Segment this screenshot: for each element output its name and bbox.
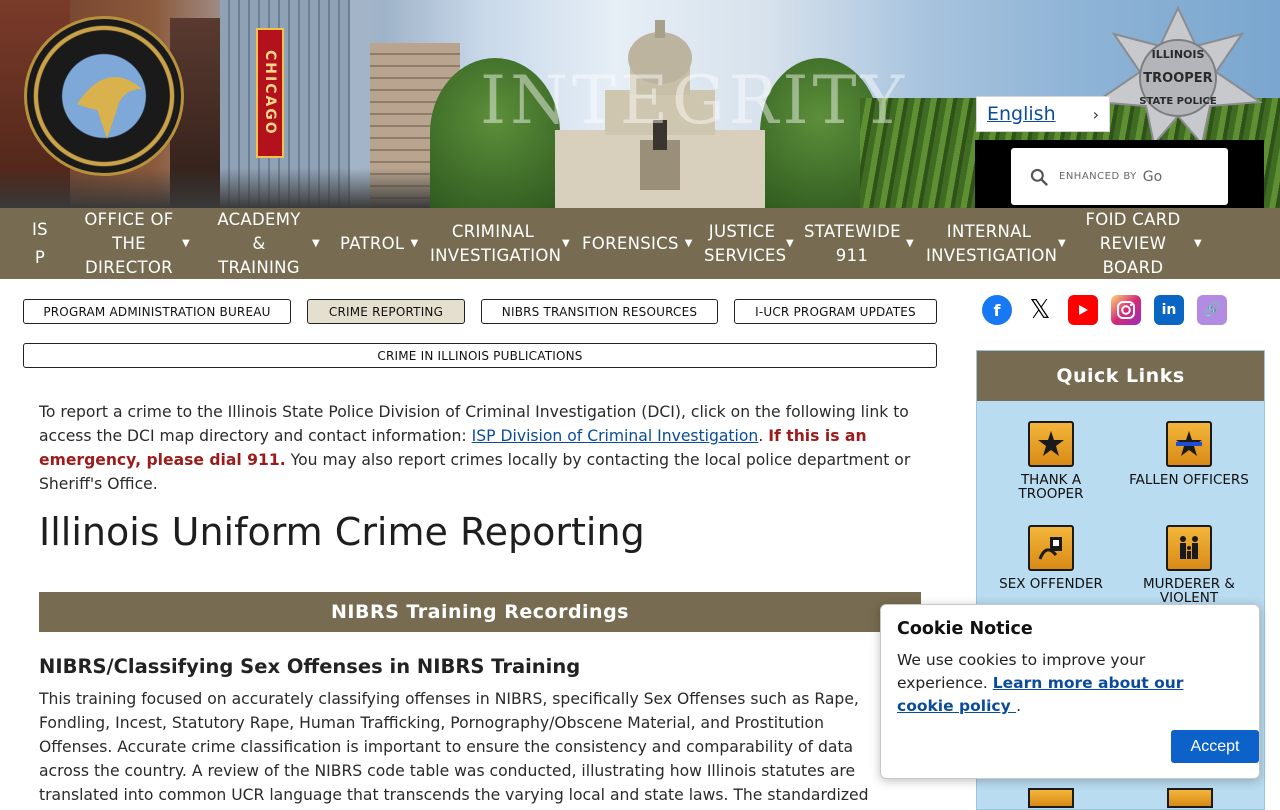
instagram-icon[interactable] xyxy=(1111,295,1141,325)
training-title: NIBRS/Classifying Sex Offenses in NIBRS … xyxy=(39,655,581,678)
cookie-notice: Cookie Notice We use cookies to improve … xyxy=(880,604,1260,779)
cookie-title: Cookie Notice xyxy=(897,619,1033,639)
search-enhanced-by: ENHANCED BY xyxy=(1059,171,1137,182)
section-header: NIBRS Training Recordings xyxy=(39,592,921,632)
tab-program-administration-bureau[interactable]: PROGRAM ADMINISTRATION BUREAU xyxy=(23,299,291,324)
main-nav: ISP OFFICE OF THE DIRECTOR ▼ ACADEMY & TR… xyxy=(0,208,1280,279)
social-links: f 𝕏 in 🔗 xyxy=(982,295,1227,325)
tab-crime-in-illinois-publications[interactable]: CRIME IN ILLINOIS PUBLICATIONS xyxy=(23,343,937,368)
svg-text:STATE POLICE: STATE POLICE xyxy=(1139,96,1217,107)
nav-item-foid-card-review-board[interactable]: FOID CARD REVIEW BOARD ▼ xyxy=(1068,208,1222,280)
intro-text: To report a crime to the Illinois State … xyxy=(39,400,921,496)
nav-item-label: ISP xyxy=(32,219,48,267)
link-icon[interactable]: 🔗 xyxy=(1197,295,1227,325)
svg-text:TROOPER: TROOPER xyxy=(1143,71,1212,86)
quick-link-thank-a-trooper[interactable]: THANK A TROOPER xyxy=(991,421,1111,501)
nav-item-label: STATEWIDE 911 xyxy=(804,221,901,265)
accept-button[interactable]: Accept xyxy=(1171,730,1259,763)
nav-item-criminal-investigation[interactable]: CRIMINAL INVESTIGATION ▼ xyxy=(420,220,572,268)
tab-crime-reporting[interactable]: CRIME REPORTING xyxy=(307,299,465,324)
nav-item-statewide-911[interactable]: STATEWIDE 911 ▼ xyxy=(794,220,916,268)
x-icon[interactable]: 𝕏 xyxy=(1025,295,1055,325)
banner-watermark: INTEGRITY xyxy=(480,62,909,139)
quick-link-sex-offender[interactable]: SEX OFFENDER xyxy=(991,525,1111,591)
svg-text:ILLINOIS: ILLINOIS xyxy=(1152,48,1205,61)
youtube-icon[interactable] xyxy=(1068,295,1098,325)
caret-down-icon: ▼ xyxy=(312,237,320,249)
caret-down-icon: ▼ xyxy=(182,237,190,249)
quick-link-label: FALLEN OFFICERS xyxy=(1129,472,1249,488)
tab-nibrs-transition-resources[interactable]: NIBRS TRANSITION RESOURCES xyxy=(481,299,718,324)
nav-item-label: PATROL xyxy=(340,233,405,253)
quick-links-title: Quick Links xyxy=(977,351,1264,401)
caret-down-icon: ▼ xyxy=(786,237,794,249)
linkedin-icon[interactable]: in xyxy=(1154,295,1184,325)
nav-item-isp[interactable]: ISP xyxy=(0,216,80,272)
intro-text-part: . xyxy=(758,427,769,445)
nav-item-label: ACADEMY & TRAINING xyxy=(217,209,301,277)
language-label: English xyxy=(987,103,1056,125)
caret-down-icon: ▼ xyxy=(410,237,419,249)
nav-item-label: FORENSICS xyxy=(582,233,679,253)
caret-down-icon: ▼ xyxy=(1194,237,1202,249)
quick-link-label: THANK A TROOPER xyxy=(1018,472,1084,502)
family-icon xyxy=(1166,525,1212,571)
facebook-icon[interactable]: f xyxy=(982,295,1012,325)
nav-item-justice-services[interactable]: JUSTICE SERVICES ▼ xyxy=(694,220,794,268)
caret-down-icon: ▼ xyxy=(562,237,570,249)
cookie-text: We use cookies to improve your experienc… xyxy=(897,649,1217,718)
quick-link-label: MURDERER & VIOLENT xyxy=(1143,576,1235,606)
mourning-badge-icon xyxy=(1166,421,1212,467)
search-icon xyxy=(1030,168,1048,186)
nav-item-label: JUSTICE SERVICES xyxy=(704,221,787,265)
caret-down-icon: ▼ xyxy=(684,237,693,249)
quick-link-label: SEX OFFENDER xyxy=(999,576,1103,592)
search-provider: Go xyxy=(1142,168,1163,185)
tab-iucr-program-updates[interactable]: I-UCR PROGRAM UPDATES xyxy=(734,299,937,324)
language-selector[interactable]: English › xyxy=(976,96,1110,132)
sex-offender-icon xyxy=(1028,525,1074,571)
nav-item-patrol[interactable]: PATROL ▼ xyxy=(330,232,420,256)
quick-link-icon[interactable] xyxy=(1167,788,1213,808)
trooper-badge-logo: ILLINOIS TROOPER STATE POLICE xyxy=(1093,6,1263,146)
isp-seal-logo[interactable] xyxy=(24,16,184,176)
quick-link-icon[interactable] xyxy=(1028,788,1074,808)
caret-down-icon: ▼ xyxy=(906,237,914,249)
nav-item-label: OFFICE OF THE DIRECTOR xyxy=(84,209,174,277)
caret-down-icon: ▼ xyxy=(1058,237,1066,249)
nav-item-office-of-the-director[interactable]: OFFICE OF THE DIRECTOR ▼ xyxy=(72,208,202,280)
nav-item-academy-training[interactable]: ACADEMY & TRAINING ▼ xyxy=(202,208,330,280)
search-input[interactable]: ENHANCED BY Go xyxy=(1011,148,1228,205)
header-banner: CHICAGO INTEGRITY ILLINOIS TROOPER STATE… xyxy=(0,0,1280,208)
quick-link-fallen-officers[interactable]: FALLEN OFFICERS xyxy=(1129,421,1249,487)
eagle-icon xyxy=(77,77,142,139)
dci-link[interactable]: ISP Division of Criminal Investigation xyxy=(472,427,759,445)
nav-item-label: CRIMINAL INVESTIGATION xyxy=(430,221,562,265)
nav-item-label: INTERNAL INVESTIGATION xyxy=(926,221,1058,265)
cookie-period: . xyxy=(1016,697,1022,715)
search-container: ENHANCED BY Go xyxy=(975,140,1264,208)
chevron-right-icon: › xyxy=(1092,104,1099,124)
nav-item-label: FOID CARD REVIEW BOARD xyxy=(1085,209,1181,277)
page-title: Illinois Uniform Crime Reporting xyxy=(39,510,645,554)
nav-item-forensics[interactable]: FORENSICS ▼ xyxy=(572,232,694,256)
quick-link-murderer-violent[interactable]: MURDERER & VIOLENT xyxy=(1129,525,1249,605)
nav-item-internal-investigation[interactable]: INTERNAL INVESTIGATION ▼ xyxy=(916,220,1068,268)
chicago-theatre-sign: CHICAGO xyxy=(256,28,284,158)
star-badge-icon xyxy=(1028,421,1074,467)
intro-paragraph: To report a crime to the Illinois State … xyxy=(39,400,921,496)
training-description: This training focused on accurately clas… xyxy=(39,690,869,804)
